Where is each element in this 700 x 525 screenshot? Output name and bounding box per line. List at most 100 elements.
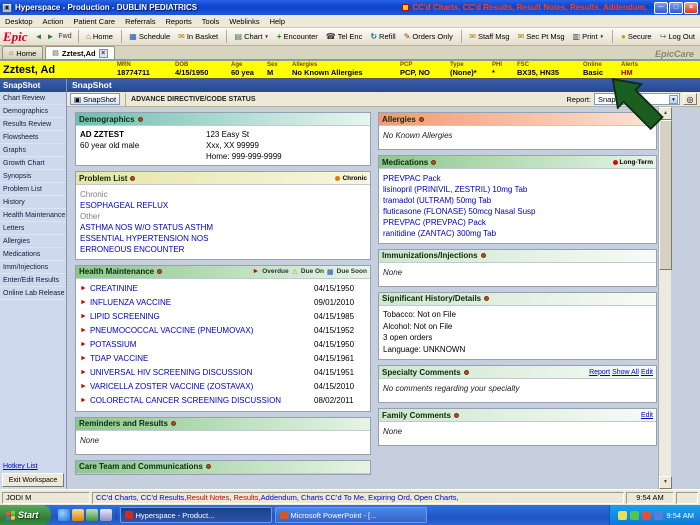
pin-icon[interactable] <box>171 421 176 426</box>
log-out-button[interactable]: ↪ Log Out <box>658 31 697 42</box>
medication-item[interactable]: fluticasone (FLONASE) 50mcg Nasal Susp <box>383 207 652 217</box>
long-term-filter[interactable]: Long-Term <box>613 159 653 166</box>
edit-link[interactable]: Edit <box>641 412 653 419</box>
medication-item[interactable]: PREVPAC (PREVPAC) Pack <box>383 218 652 228</box>
edit-link[interactable]: Edit <box>641 369 653 376</box>
maximize-button[interactable]: □ <box>669 2 683 14</box>
medication-item[interactable]: tramadol (ULTRAM) 50mg Tab <box>383 196 652 206</box>
forward-label[interactable]: Fwd <box>58 33 71 40</box>
scroll-down-icon[interactable]: ▼ <box>659 476 672 489</box>
banner-field-allergies[interactable]: Allergies No Known Allergies <box>290 61 398 78</box>
print-button[interactable]: ▥ Print ▼ <box>571 31 606 42</box>
pin-icon[interactable] <box>130 176 135 181</box>
tel-enc-button[interactable]: ☎ Tel Enc <box>324 31 365 42</box>
menu-reports[interactable]: Reports <box>166 17 192 26</box>
sidebar-item-health-maintenance[interactable]: Health Maintenance <box>0 209 66 222</box>
menu-desktop[interactable]: Desktop <box>5 17 33 26</box>
menu-action[interactable]: Action <box>43 17 64 26</box>
hm-item-name[interactable]: UNIVERSAL HIV SCREENING DISCUSSION <box>90 368 311 378</box>
medication-item[interactable]: lisinopril (PRINIVIL, ZESTRIL) 10mg Tab <box>383 185 652 195</box>
tab-close-icon[interactable]: × <box>99 49 108 58</box>
encounter-button[interactable]: + Encounter <box>275 31 320 42</box>
close-button[interactable]: × <box>684 2 698 14</box>
tray-icon-4[interactable] <box>654 511 663 520</box>
chart-button[interactable]: ▤ Chart ▼ <box>233 31 271 42</box>
hm-item-name[interactable]: VARICELLA ZOSTER VACCINE (ZOSTAVAX) <box>90 382 311 392</box>
staff-msg-button[interactable]: ✉ Staff Msg <box>467 31 511 42</box>
forward-icon[interactable]: ► <box>46 32 54 41</box>
chronic-filter[interactable]: Chronic <box>335 175 367 182</box>
menu-tools[interactable]: Tools <box>202 17 220 26</box>
in-basket-button[interactable]: ✉ In Basket <box>176 31 220 42</box>
sidebar-item-medications[interactable]: Medications <box>0 248 66 261</box>
sidebar-item-problem-list[interactable]: Problem List <box>0 183 66 196</box>
pin-icon[interactable] <box>481 253 486 258</box>
secure-button[interactable]: ● Secure <box>619 31 654 42</box>
vertical-scrollbar[interactable]: ▲ ▼ <box>658 107 671 489</box>
sidebar-item-flowsheets[interactable]: Flowsheets <box>0 131 66 144</box>
tray-icon-2[interactable] <box>630 511 639 520</box>
menu-weblinks[interactable]: Weblinks <box>229 17 259 26</box>
pin-icon[interactable] <box>431 160 436 165</box>
hm-item-name[interactable]: TDAP VACCINE <box>90 354 311 364</box>
problem-item[interactable]: ESOPHAGEAL REFLUX <box>80 201 366 211</box>
problem-item[interactable]: ESSENTIAL HYPERTENSION NOS <box>80 234 366 244</box>
minimize-button[interactable]: ─ <box>654 2 668 14</box>
sidebar-item-enter-edit-results[interactable]: Enter/Edit Results <box>0 274 66 287</box>
tray-icon-3[interactable] <box>642 511 651 520</box>
hm-item-name[interactable]: COLORECTAL CANCER SCREENING DISCUSSION <box>90 396 311 406</box>
pin-icon[interactable] <box>464 370 469 375</box>
back-icon[interactable]: ◄ <box>35 32 43 41</box>
quick-launch-mail-icon[interactable] <box>72 509 84 521</box>
sidebar-item-growth-chart[interactable]: Growth Chart <box>0 157 66 170</box>
tab-home[interactable]: ⌂ Home <box>2 46 43 59</box>
sec-pt-msg-button[interactable]: ✉ Sec Pt Msg <box>515 31 566 42</box>
hm-item-name[interactable]: PNEUMOCOCCAL VACCINE (PNEUMOVAX) <box>90 326 311 336</box>
hm-item-name[interactable]: POTASSIUM <box>90 340 311 350</box>
hm-item-name[interactable]: CREATININE <box>90 284 311 294</box>
report-dropdown-icon[interactable]: ▼ <box>669 95 678 104</box>
menu-patient-care[interactable]: Patient Care <box>73 17 115 26</box>
taskbar-window-hyperspace[interactable]: Hyperspace - Product... <box>120 507 272 523</box>
patient-name[interactable]: Zztest, Ad <box>3 64 115 76</box>
pin-icon[interactable] <box>206 464 211 469</box>
sidebar-item-allergies[interactable]: Allergies <box>0 235 66 248</box>
home-button[interactable]: ⌂ Home <box>84 31 115 42</box>
show-all-link[interactable]: Show All <box>612 369 639 376</box>
sidebar-item-imm-injections[interactable]: Imm/Injections <box>0 261 66 274</box>
tray-icon-1[interactable] <box>618 511 627 520</box>
report-link[interactable]: Report <box>589 369 610 376</box>
quick-launch-desktop-icon[interactable] <box>100 509 112 521</box>
pin-icon[interactable] <box>157 269 162 274</box>
refill-button[interactable]: ↻ Refill <box>368 31 397 42</box>
tab-patient-zztest[interactable]: ▤ Zztest,Ad × <box>45 46 114 59</box>
sidebar-item-chart-review[interactable]: Chart Review <box>0 92 66 105</box>
pin-icon[interactable] <box>454 413 459 418</box>
problem-item[interactable]: ERRONEOUS ENCOUNTER <box>80 245 366 255</box>
start-button[interactable]: Start <box>0 505 51 525</box>
sidebar-item-graphs[interactable]: Graphs <box>0 144 66 157</box>
quick-launch-app-icon[interactable] <box>86 509 98 521</box>
orders-only-button[interactable]: ✎ Orders Only <box>402 31 455 42</box>
hm-item-name[interactable]: LIPID SCREENING <box>90 312 311 322</box>
medication-item[interactable]: ranitidine (ZANTAC) 300mg Tab <box>383 229 652 239</box>
problem-item[interactable]: ASTHMA NOS W/O STATUS ASTHM <box>80 223 366 233</box>
report-search-button[interactable]: ◎ <box>683 93 697 105</box>
snapshot-view-button[interactable]: ▣ SnapShot <box>70 93 120 105</box>
sidebar-item-snapshot[interactable]: SnapShot <box>0 79 66 92</box>
menu-help[interactable]: Help <box>270 17 285 26</box>
schedule-button[interactable]: ▦ Schedule <box>127 31 172 42</box>
medication-item[interactable]: PREVPAC Pack <box>383 174 652 184</box>
pin-icon[interactable] <box>138 117 143 122</box>
sidebar-item-history[interactable]: History <box>0 196 66 209</box>
sidebar-item-synopsis[interactable]: Synopsis <box>0 170 66 183</box>
hotkey-list-link[interactable]: Hotkey List <box>3 463 64 470</box>
pin-icon[interactable] <box>419 117 424 122</box>
sidebar-item-demographics[interactable]: Demographics <box>0 105 66 118</box>
menu-referrals[interactable]: Referrals <box>125 17 155 26</box>
sidebar-item-letters[interactable]: Letters <box>0 222 66 235</box>
hm-item-name[interactable]: INFLUENZA VACCINE <box>90 298 311 308</box>
exit-workspace-button[interactable]: Exit Workspace <box>2 473 64 487</box>
pin-icon[interactable] <box>484 296 489 301</box>
taskbar-window-powerpoint[interactable]: Microsoft PowerPoint - [... <box>275 507 427 523</box>
